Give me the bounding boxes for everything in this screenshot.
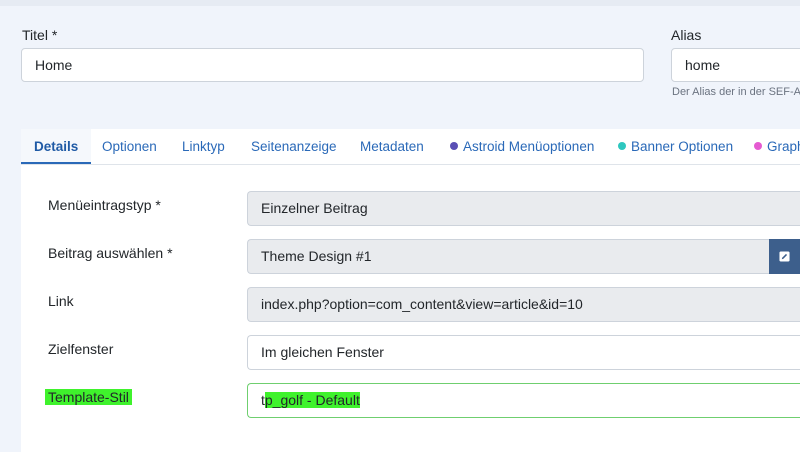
tab-label: Details — [34, 139, 79, 154]
tab-label: Metadaten — [360, 139, 424, 154]
alias-label: Alias — [671, 27, 702, 43]
link-field[interactable]: index.php?option=com_content&view=articl… — [247, 287, 800, 322]
pink-dot-icon — [754, 142, 762, 150]
template-style-label-text: Template-Stil — [45, 389, 132, 405]
tab-metadaten[interactable]: Metadaten — [360, 129, 424, 164]
target-window-label: Zielfenster — [48, 341, 114, 357]
tab-label: Banner Optionen — [631, 139, 734, 154]
tab-bar: Details Optionen Linktyp Seitenanzeige M… — [21, 129, 800, 165]
select-article-field[interactable]: Theme Design #1 — [247, 239, 769, 274]
tab-label: Linktyp — [182, 139, 225, 154]
alias-hint: Der Alias der in der SEF-A — [672, 86, 800, 98]
tab-details[interactable]: Details — [21, 129, 92, 164]
edit-icon — [779, 251, 790, 262]
purple-dot-icon — [450, 142, 458, 150]
template-style-select[interactable]: tp_golf - Default — [247, 383, 800, 418]
tab-graph[interactable]: Graph — [754, 129, 800, 164]
tab-astroid-menueoptionen[interactable]: Astroid Menüoptionen — [450, 129, 595, 164]
template-style-value-highlighted: p_golf - Default — [264, 392, 360, 408]
menu-item-type-field[interactable]: Einzelner Beitrag — [247, 191, 800, 226]
top-bar — [0, 0, 800, 6]
tab-label: Optionen — [102, 139, 157, 154]
edit-article-button[interactable] — [769, 239, 800, 274]
select-article-label: Beitrag auswählen * — [48, 245, 173, 261]
teal-dot-icon — [618, 142, 626, 150]
target-window-select[interactable]: Im gleichen Fenster — [247, 335, 800, 370]
title-label: Titel * — [22, 27, 58, 43]
alias-input[interactable] — [671, 48, 800, 82]
menu-item-type-label: Menüeintragstyp * — [48, 197, 161, 213]
title-input[interactable] — [21, 48, 644, 82]
tab-seitenanzeige[interactable]: Seitenanzeige — [251, 129, 337, 164]
tab-label: Astroid Menüoptionen — [463, 139, 595, 154]
tab-label: Graph — [767, 139, 800, 154]
tab-banner-optionen[interactable]: Banner Optionen — [618, 129, 734, 164]
tab-optionen[interactable]: Optionen — [102, 129, 157, 164]
link-label: Link — [48, 293, 74, 309]
tab-label: Seitenanzeige — [251, 139, 337, 154]
tab-linktyp[interactable]: Linktyp — [182, 129, 225, 164]
menu-item-card: Details Optionen Linktyp Seitenanzeige M… — [21, 129, 800, 452]
template-style-label: Template-Stil — [45, 389, 132, 405]
